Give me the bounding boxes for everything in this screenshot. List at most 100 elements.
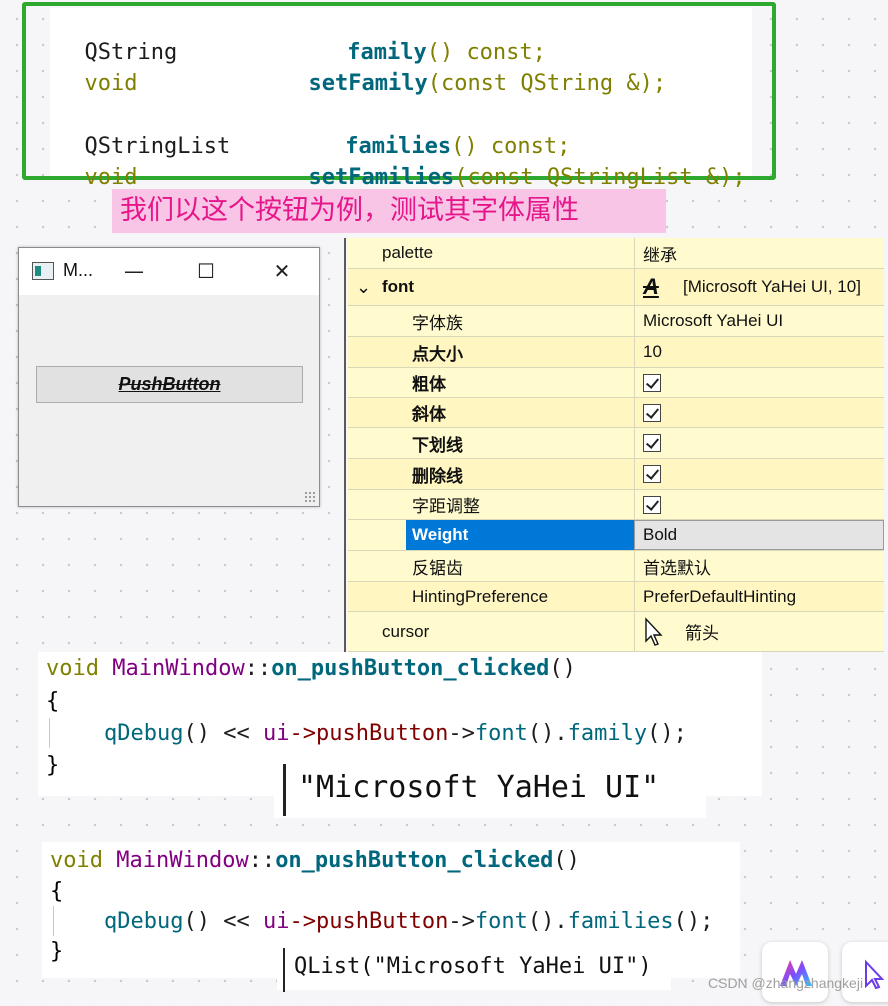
stream-op: () << bbox=[183, 721, 263, 746]
property-row-antialiasing[interactable]: 反锯齿 首选默认 bbox=[348, 551, 884, 582]
button-member: pushButton bbox=[315, 721, 449, 746]
property-value[interactable]: 继承 bbox=[634, 238, 884, 268]
property-row-weight[interactable]: Weight Bold bbox=[348, 520, 884, 551]
output-text-families: QList("Microsoft YaHei UI") bbox=[294, 954, 652, 979]
property-value[interactable]: 10 bbox=[634, 337, 884, 367]
kw-void: void bbox=[50, 848, 103, 873]
title-bar[interactable]: M... — ☐ ✕ bbox=[19, 248, 319, 295]
class-name: MainWindow bbox=[116, 848, 249, 873]
property-editor: palette 继承 ⌄ font A [Microsoft YaHei UI,… bbox=[344, 238, 884, 652]
property-value[interactable] bbox=[634, 428, 884, 458]
output-text-family: "Microsoft YaHei UI" bbox=[298, 770, 660, 805]
property-name: 下划线 bbox=[412, 435, 463, 455]
app-logo-icon bbox=[780, 960, 812, 986]
property-row-underline[interactable]: 下划线 bbox=[348, 428, 884, 459]
property-value[interactable]: 首选默认 bbox=[634, 551, 884, 581]
property-row-font[interactable]: ⌄ font A [Microsoft YaHei UI, 10] bbox=[348, 269, 884, 306]
property-value[interactable] bbox=[634, 459, 884, 489]
property-value[interactable]: PreferDefaultHinting bbox=[634, 582, 884, 611]
snippet2-line-body: qDebug() << ui->pushButton->font().famil… bbox=[104, 907, 713, 937]
return-type: void bbox=[84, 165, 138, 190]
parens: () bbox=[549, 656, 576, 681]
call-qdebug: qDebug bbox=[104, 909, 184, 934]
property-row-point-size[interactable]: 点大小 10 bbox=[348, 337, 884, 368]
call-end: (); bbox=[673, 909, 714, 934]
property-name: 字体族 bbox=[412, 313, 463, 333]
class-name: MainWindow bbox=[112, 656, 245, 681]
property-value[interactable] bbox=[634, 368, 884, 397]
kw-void: void bbox=[46, 656, 99, 681]
arrow-op: -> bbox=[448, 721, 475, 746]
stream-op: () << bbox=[183, 909, 263, 934]
function-name: setFamilies bbox=[308, 165, 455, 190]
ui-member: ui bbox=[262, 721, 290, 746]
call-qdebug: qDebug bbox=[104, 721, 184, 746]
underline-checkbox[interactable] bbox=[643, 434, 661, 452]
call-member: family bbox=[567, 721, 648, 746]
property-row-hinting[interactable]: HintingPreference PreferDefaultHinting bbox=[348, 582, 884, 612]
pointer-tool-button[interactable] bbox=[842, 942, 888, 1002]
cursor-value: 箭头 bbox=[685, 624, 719, 643]
strikeout-checkbox[interactable] bbox=[643, 465, 661, 483]
property-row-bold[interactable]: 粗体 bbox=[348, 368, 884, 398]
property-name: 斜体 bbox=[412, 405, 446, 424]
function-rest: (const QStringList &); bbox=[454, 165, 746, 190]
property-row-family[interactable]: 字体族 Microsoft YaHei UI bbox=[348, 306, 884, 337]
property-name: HintingPreference bbox=[412, 586, 549, 606]
app-logo-button[interactable] bbox=[762, 942, 828, 1002]
arrow-op: -> bbox=[289, 721, 316, 746]
property-value-cursor[interactable]: 箭头 bbox=[634, 612, 884, 651]
call-font: font bbox=[474, 721, 528, 746]
call-member: families bbox=[567, 909, 674, 934]
output-bar bbox=[283, 948, 285, 992]
property-name: 删除线 bbox=[412, 466, 463, 486]
bold-checkbox[interactable] bbox=[643, 373, 661, 392]
scope-op: :: bbox=[248, 848, 276, 873]
property-value[interactable]: Microsoft YaHei UI bbox=[634, 306, 884, 336]
snippet2-open-brace: { bbox=[50, 879, 64, 904]
window-title: M... bbox=[63, 260, 93, 280]
snippet1-close-brace: } bbox=[46, 753, 60, 778]
indent-guide bbox=[53, 906, 54, 936]
arrow-op: -> bbox=[289, 909, 316, 934]
maximize-button[interactable]: ☐ bbox=[191, 258, 221, 284]
ui-member: ui bbox=[262, 909, 290, 934]
snippet1-line-signature: void MainWindow::on_pushButton_clicked() bbox=[46, 654, 576, 684]
function-rest: (const QString &); bbox=[427, 71, 667, 96]
button-member: pushButton bbox=[315, 909, 449, 934]
snippet2-line-signature: void MainWindow::on_pushButton_clicked() bbox=[50, 846, 580, 876]
property-name: cursor bbox=[382, 621, 430, 641]
property-name-selected: Weight bbox=[406, 520, 634, 550]
minimize-button[interactable]: — bbox=[119, 258, 149, 284]
font-icon: A bbox=[643, 274, 659, 299]
property-value[interactable] bbox=[634, 398, 884, 427]
property-name: 粗体 bbox=[412, 375, 446, 394]
property-value[interactable] bbox=[634, 490, 884, 519]
scope-op: :: bbox=[244, 656, 272, 681]
pointer-icon bbox=[865, 959, 885, 990]
property-row-strikeout[interactable]: 删除线 bbox=[348, 459, 884, 490]
arrow-op: -> bbox=[448, 909, 475, 934]
property-name: palette bbox=[382, 243, 434, 262]
main-window-preview: M... — ☐ ✕ PushButton bbox=[18, 247, 320, 507]
property-row-italic[interactable]: 斜体 bbox=[348, 398, 884, 428]
function-name: on_pushButton_clicked bbox=[271, 656, 550, 681]
code-line-4: void setFamilies(const QStringList &); bbox=[58, 136, 746, 192]
close-button[interactable]: ✕ bbox=[267, 258, 297, 284]
dot-op: (). bbox=[527, 909, 568, 934]
kerning-checkbox[interactable] bbox=[643, 495, 661, 514]
call-font: font bbox=[474, 909, 528, 934]
function-name: on_pushButton_clicked bbox=[275, 848, 554, 873]
expand-chevron-icon[interactable]: ⌄ bbox=[356, 269, 371, 305]
property-value-font[interactable]: A [Microsoft YaHei UI, 10] bbox=[634, 269, 884, 305]
property-name: 字距调整 bbox=[412, 497, 480, 516]
property-row-palette[interactable]: palette 继承 bbox=[348, 238, 884, 269]
property-name: font bbox=[382, 277, 415, 296]
italic-checkbox[interactable] bbox=[643, 403, 661, 422]
property-row-kerning[interactable]: 字距调整 bbox=[348, 490, 884, 520]
property-name: 点大小 bbox=[412, 344, 463, 364]
resize-grip-icon[interactable] bbox=[304, 491, 316, 503]
property-value-weight[interactable]: Bold bbox=[634, 520, 884, 550]
property-row-cursor[interactable]: cursor 箭头 bbox=[348, 612, 884, 652]
push-button[interactable]: PushButton bbox=[36, 366, 303, 403]
